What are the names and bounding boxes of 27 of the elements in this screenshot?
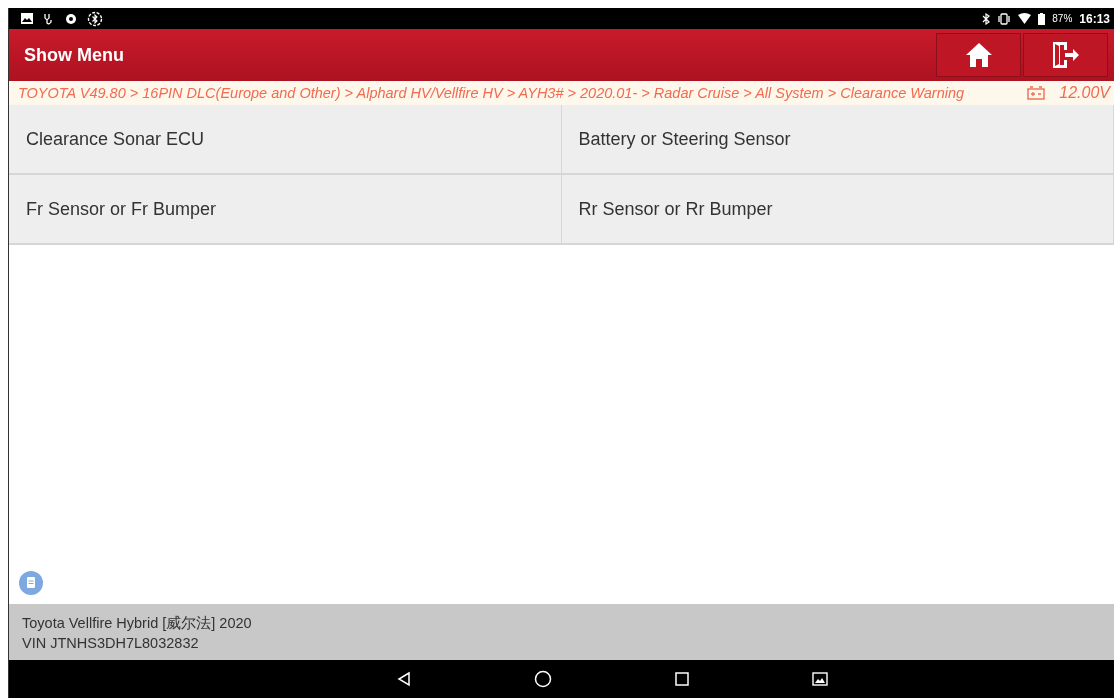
car-battery-icon [1027,86,1046,100]
battery-voltage: 12.00V [1059,84,1110,102]
breadcrumb-path: TOYOTA V49.80 > 16PIN DLC(Europe and Other) > Alphard HV/Vellfire HV > AYH3# > 2020.01- > Radar Cruise > All System > Clearance Warning [18,85,965,101]
menu-item[interactable]: Clearance Sonar ECU [9,105,562,175]
stethoscope-icon [43,12,55,25]
menu-item[interactable]: Fr Sensor or Fr Bumper [9,175,562,245]
page-title: Show Menu [24,44,124,66]
menu-item[interactable]: Rr Sensor or Rr Bumper [561,175,1114,245]
back-icon[interactable] [395,671,412,687]
clock: 16:13 [1079,11,1110,26]
battery-icon [1038,12,1046,25]
home-icon [964,42,993,68]
wifi-icon [1018,13,1032,24]
vehicle-name: Toyota Vellfire Hybrid [威尔法] 2020 [22,613,252,633]
screenshot-icon[interactable] [811,672,828,686]
recents-icon[interactable] [673,671,690,687]
home-circle-icon[interactable] [533,670,552,688]
bluetooth-circle-icon [87,10,103,27]
battery-percent: 87% [1052,13,1073,24]
home-button[interactable] [936,33,1021,77]
vibrate-icon [997,12,1012,25]
menu-item[interactable]: Battery or Steering Sensor [561,105,1114,175]
bluetooth-icon [982,12,991,25]
vin-number: VIN JTNHS3DH7L8032832 [22,634,199,651]
exit-button[interactable] [1023,33,1108,77]
image-icon [21,13,33,24]
exit-door-icon [1050,41,1081,69]
